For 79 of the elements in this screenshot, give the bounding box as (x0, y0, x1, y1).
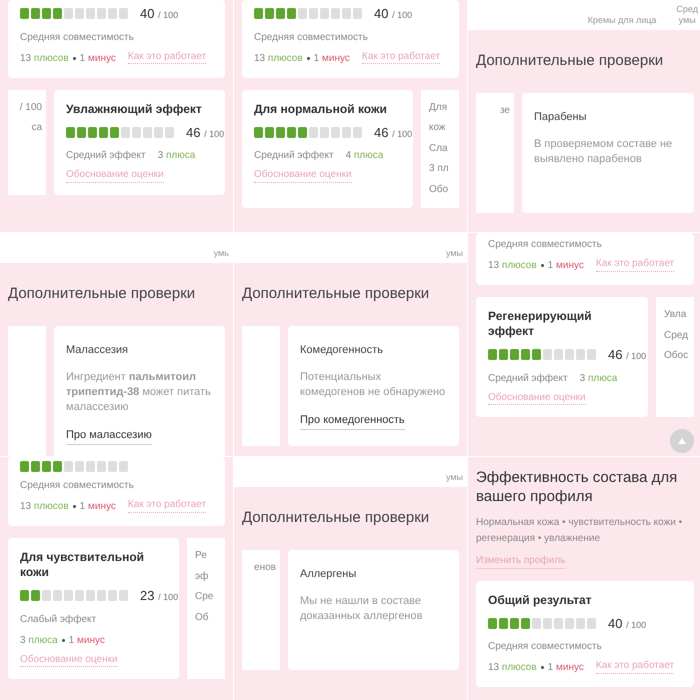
rating-reason-link[interactable]: Обоснование оценки (254, 169, 352, 182)
verdict-text: Средняя совместимость (254, 30, 369, 44)
cut-text: Обос (664, 350, 688, 362)
how-it-works-link[interactable]: Как это работает (596, 660, 674, 674)
cut-text: Ре (195, 550, 207, 562)
section-heading: Дополнительные проверки (242, 508, 430, 528)
how-it-works-link[interactable]: Как это работает (128, 50, 206, 64)
cut-text: Обо (429, 184, 448, 196)
pros-cons-count: 3 плюса 1 минус (20, 634, 105, 648)
cut-text: Сред (664, 330, 688, 342)
cut-text: Для (429, 102, 448, 114)
category-label[interactable]: умы (446, 472, 463, 483)
score-value: 46 / 100 (608, 346, 646, 364)
card-title: Для чувствительной кожи (20, 550, 146, 580)
cut-text: кож (429, 122, 446, 134)
cut-text: эф (195, 570, 208, 583)
how-it-works-link[interactable]: Как это работает (362, 50, 440, 64)
score-value: 46 / 100 (186, 124, 224, 142)
pros-cons-count: 4 плюса (346, 149, 384, 163)
more-info-link[interactable]: Про малассезию (66, 427, 152, 445)
pros-cons-count: 13 плюсов 1 минус (20, 500, 116, 514)
category-label[interactable]: Сред умы (676, 4, 698, 26)
score-value: 23 / 100 (140, 587, 178, 605)
verdict-text: Средняя совместимость (20, 479, 135, 493)
cut-text: Сре (195, 591, 214, 604)
pros-cons-count: 13 плюсов 1 минус (488, 661, 584, 675)
verdict-text: Средняя совместимость (488, 238, 603, 252)
cut-text: Об (195, 612, 209, 624)
card-title: Малассезия (66, 342, 129, 358)
section-heading: Дополнительные проверки (8, 284, 196, 304)
verdict-text: Средняя совместимость (488, 640, 603, 654)
section-heading: Дополнительные проверки (242, 284, 430, 304)
card-title: Аллергены (300, 566, 358, 582)
section-heading: Дополнительные проверки (476, 51, 664, 71)
verdict-text: Слабый эффект (20, 612, 98, 626)
pros-cons-count: 13 плюсов 1 минус (488, 259, 584, 273)
cut-text: 3 пл (429, 163, 449, 176)
rating-reason-link[interactable]: Обоснование оценки (20, 654, 118, 667)
scroll-top-button[interactable] (670, 429, 694, 453)
check-description: Ингредиент пальмитоил трипептид-38 может питать малассезию (66, 370, 212, 416)
rating-reason-link[interactable]: Обоснование оценки (488, 392, 586, 405)
card-title: Увлажняющий эффект (66, 102, 203, 116)
card-title: Регенерирующий эффект (488, 309, 593, 339)
cut-text: / 100 (20, 102, 42, 114)
caret-up-icon (678, 438, 686, 444)
card-title: Парабены (534, 110, 588, 124)
score-value: 40 / 100 (374, 5, 412, 23)
category-label[interactable]: Кремы для лица (588, 14, 656, 26)
pros-cons-count: 3 плюса (580, 372, 618, 386)
more-info-link[interactable]: Про комедогенность (300, 412, 405, 430)
check-description: В проверяемом составе не выявлено парабенов (534, 137, 674, 168)
card-title: Для нормальной кожи (254, 102, 388, 116)
check-description: Потенциальных комедогенов не обнаружено (300, 370, 446, 400)
score-value: 40 / 100 (608, 614, 646, 632)
verdict-text: Средняя совместимость (20, 30, 135, 44)
how-it-works-link[interactable]: Как это работает (128, 499, 206, 512)
how-it-works-link[interactable]: Как это работает (596, 258, 674, 272)
category-label[interactable]: умы (446, 248, 463, 259)
profile-tags: Нормальная кожа • чувствительность кожи • регенерация • увлажнение (476, 514, 694, 547)
pros-cons-count: 13 плюсов 1 минус (20, 52, 116, 66)
cut-text: Увла (664, 309, 686, 322)
category-label[interactable]: умь (214, 248, 229, 259)
score-value: 46 / 100 (374, 124, 412, 142)
verdict-text: Средний эффект (66, 149, 146, 163)
check-description: Мы не нашли в составе доказанных аллергенов (300, 594, 424, 624)
score-value: 40 / 100 (140, 5, 178, 23)
pros-cons-count: 13 плюсов 1 минус (254, 52, 350, 66)
verdict-text: Средний эффект (488, 372, 568, 386)
card-title: Комедогенность (300, 342, 384, 358)
card-title: Общий результат (488, 592, 593, 608)
cut-text: Сла (429, 142, 448, 155)
profile-heading: Эффективность состава для вашего профиля (476, 469, 678, 506)
cut-text: зе (500, 104, 510, 117)
cut-text: енов (254, 562, 276, 574)
cut-text: са (31, 122, 42, 134)
verdict-text: Средний эффект (254, 149, 334, 163)
rating-reason-link[interactable]: Обоснование оценки (66, 169, 164, 182)
change-profile-link[interactable]: Изменить профиль (476, 555, 566, 568)
pros-cons-count: 3 плюса (158, 149, 196, 163)
